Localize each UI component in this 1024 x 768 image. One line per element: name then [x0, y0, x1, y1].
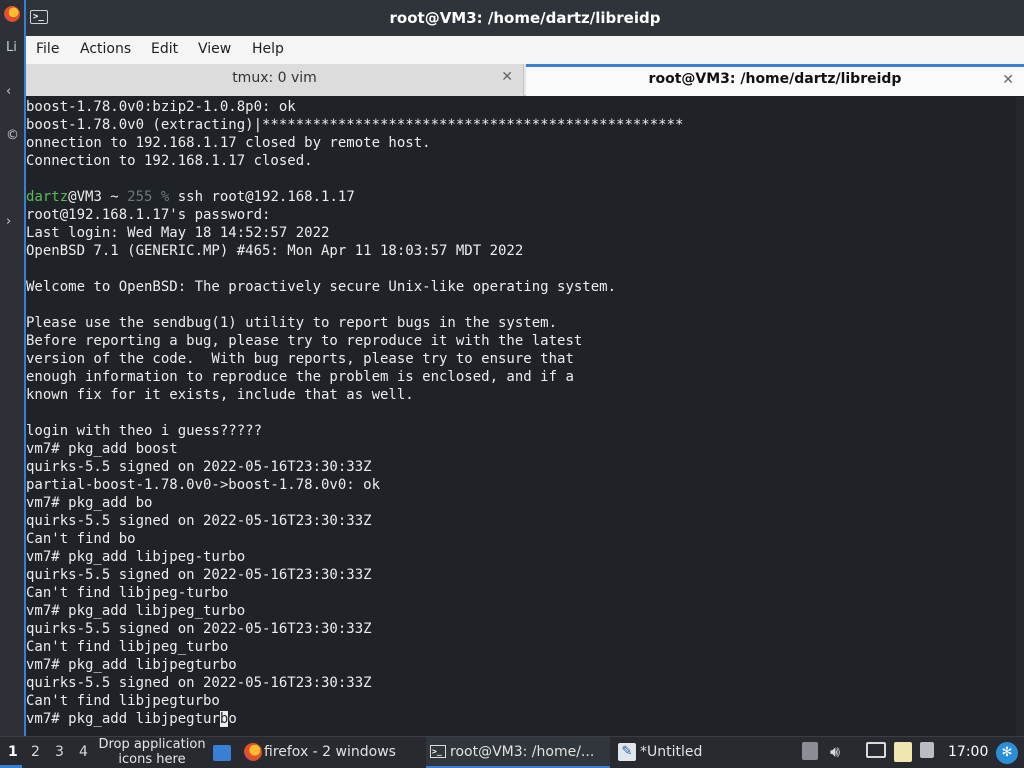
terminal-lines-bottom: root@192.168.1.17's password: Last login…	[26, 207, 617, 709]
task-terminal[interactable]: >_ root@VM3: /home/...	[426, 737, 610, 768]
notification-icon[interactable]	[920, 742, 934, 758]
display-icon[interactable]	[866, 742, 886, 758]
terminal-icon: >_	[430, 745, 446, 758]
history-icon[interactable]: ©	[6, 128, 19, 143]
task-firefox[interactable]: firefox - 2 windows	[240, 737, 420, 768]
current-command: vm7# pkg_add libjpegtur	[26, 711, 220, 727]
menu-actions[interactable]: Actions	[80, 41, 131, 57]
prompt-host: @VM3 ~	[68, 189, 128, 205]
task-editor[interactable]: ✎ *Untitled	[616, 737, 796, 768]
close-icon[interactable]: ✕	[501, 69, 513, 85]
terminal-output[interactable]: boost-1.78.0v0:bzip2-1.0.8p0: ok boost-1…	[26, 97, 1024, 736]
firefox-icon	[244, 743, 262, 761]
eject-icon[interactable]	[802, 742, 818, 760]
clipboard-icon[interactable]	[894, 742, 912, 762]
desktop-panel-label: Li	[6, 40, 17, 55]
terminal-lines-top: boost-1.78.0v0:bzip2-1.0.8p0: ok boost-1…	[26, 99, 684, 169]
terminal-window: >_ root@VM3: /home/dartz/libreidp File A…	[24, 0, 1024, 736]
workspace-4[interactable]: 4	[79, 744, 88, 760]
menu-file[interactable]: File	[36, 41, 59, 57]
workspace-3[interactable]: 3	[55, 744, 64, 760]
prompt-status: 255 %	[127, 189, 178, 205]
tab-label: tmux: 0 vim	[232, 70, 317, 86]
clock[interactable]: 17:00	[948, 744, 988, 760]
taskbar: 1 2 3 4 Drop application icons here fire…	[0, 736, 1024, 768]
window-title: root@VM3: /home/dartz/libreidp	[389, 9, 661, 27]
task-label: *Untitled	[640, 744, 703, 760]
chevron-right-icon[interactable]: ›	[6, 214, 11, 229]
prompt-command: ssh root@192.168.1.17	[177, 189, 355, 205]
tab-label: root@VM3: /home/dartz/libreidp	[648, 71, 902, 87]
show-desktop-icon[interactable]	[213, 745, 231, 761]
menu-bar: File Actions Edit View Help	[26, 36, 1024, 64]
workspace-1[interactable]: 1	[8, 744, 18, 760]
tab-tmux-vim[interactable]: tmux: 0 vim ✕	[26, 64, 524, 96]
menu-help[interactable]: Help	[252, 41, 284, 57]
volume-icon[interactable]: 🔊︎	[830, 742, 840, 762]
workspace-2[interactable]: 2	[31, 744, 40, 760]
menu-view[interactable]: View	[198, 41, 231, 57]
chevron-left-icon[interactable]: ‹	[6, 84, 11, 99]
close-icon[interactable]: ✕	[1002, 72, 1014, 88]
current-command-tail: o	[228, 711, 237, 727]
desktop-background: Li ‹ © ›	[0, 0, 24, 736]
tab-bar: tmux: 0 vim ✕ root@VM3: /home/dartz/libr…	[26, 64, 1024, 96]
text-editor-icon: ✎	[618, 743, 636, 761]
terminal-text: boost-1.78.0v0:bzip2-1.0.8p0: ok boost-1…	[26, 98, 683, 728]
task-label: firefox - 2 windows	[264, 744, 396, 760]
settings-icon[interactable]: ✻	[996, 742, 1018, 764]
launcher-drop-hint: Drop application icons here	[98, 737, 206, 767]
firefox-icon[interactable]	[4, 6, 20, 22]
task-label: root@VM3: /home/...	[450, 744, 595, 760]
prompt-user: dartz	[26, 189, 69, 205]
tab-root-shell[interactable]: root@VM3: /home/dartz/libreidp ✕	[526, 64, 1024, 96]
title-bar[interactable]: >_ root@VM3: /home/dartz/libreidp	[26, 0, 1024, 36]
menu-edit[interactable]: Edit	[151, 41, 178, 57]
scrollbar[interactable]	[1016, 97, 1024, 736]
